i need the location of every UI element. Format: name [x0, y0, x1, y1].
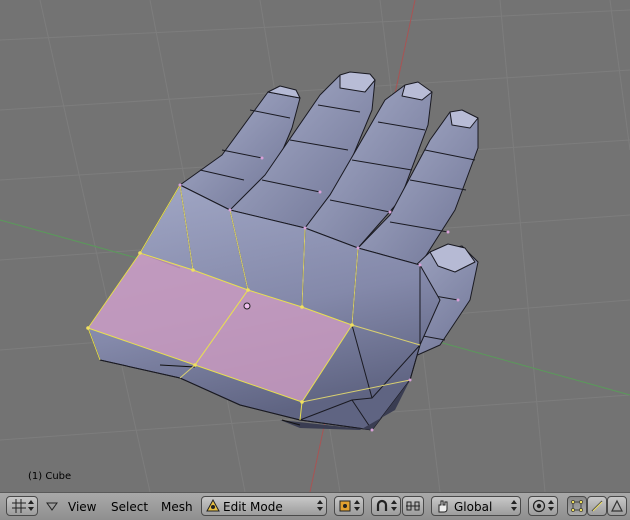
- manipulator-toggle[interactable]: [371, 496, 401, 516]
- hand-mesh[interactable]: [86, 71, 479, 432]
- object-info-label: (1) Cube: [28, 471, 72, 482]
- viewport-canvas[interactable]: [0, 0, 630, 492]
- transform-orientation-select[interactable]: Global: [431, 496, 521, 516]
- header-collapse-triangle-icon[interactable]: [46, 502, 58, 512]
- proportional-edit-updown-icon: [548, 499, 554, 513]
- transform-orientation-value: Global: [454, 500, 493, 514]
- manipulator-toggle-icon: [376, 499, 388, 511]
- face-select-mode-button[interactable]: [607, 496, 627, 516]
- face-select-icon: [611, 499, 623, 512]
- pivot-point-select[interactable]: [334, 496, 364, 516]
- viewport-header: View Select Mesh Edit Mode Global: [0, 492, 630, 520]
- proportional-edit-icon: [532, 499, 546, 513]
- manipulator-toggle-updown-icon: [391, 499, 397, 513]
- mesh-menu[interactable]: Mesh: [161, 500, 193, 514]
- manipulator-mode-button[interactable]: [402, 496, 424, 516]
- edge-select-icon: [591, 500, 603, 512]
- mode-icon: [206, 499, 220, 512]
- vertex-select-mode-button[interactable]: [567, 496, 587, 516]
- editor-type-grid-icon: [12, 499, 26, 513]
- mode-select[interactable]: Edit Mode: [201, 496, 327, 516]
- editor-type-button[interactable]: [6, 496, 38, 516]
- vertex-select-icon: [571, 500, 583, 512]
- manipulator-mode-icon: [406, 501, 420, 511]
- mode-select-updown-icon: [317, 499, 323, 513]
- pivot-point-icon: [339, 500, 351, 512]
- pivot-point-updown-icon: [354, 499, 360, 513]
- transform-orientation-updown-icon: [511, 499, 517, 513]
- view-menu[interactable]: View: [68, 500, 96, 514]
- hand-transform-icon: [438, 500, 448, 513]
- object-origin-icon[interactable]: [243, 302, 251, 310]
- edge-select-mode-button[interactable]: [587, 496, 607, 516]
- 3d-viewport[interactable]: (1) Cube: [0, 0, 630, 492]
- editor-type-updown-icon: [28, 499, 34, 513]
- select-menu[interactable]: Select: [111, 500, 148, 514]
- mode-select-value: Edit Mode: [223, 500, 283, 514]
- proportional-edit-select[interactable]: [528, 496, 558, 516]
